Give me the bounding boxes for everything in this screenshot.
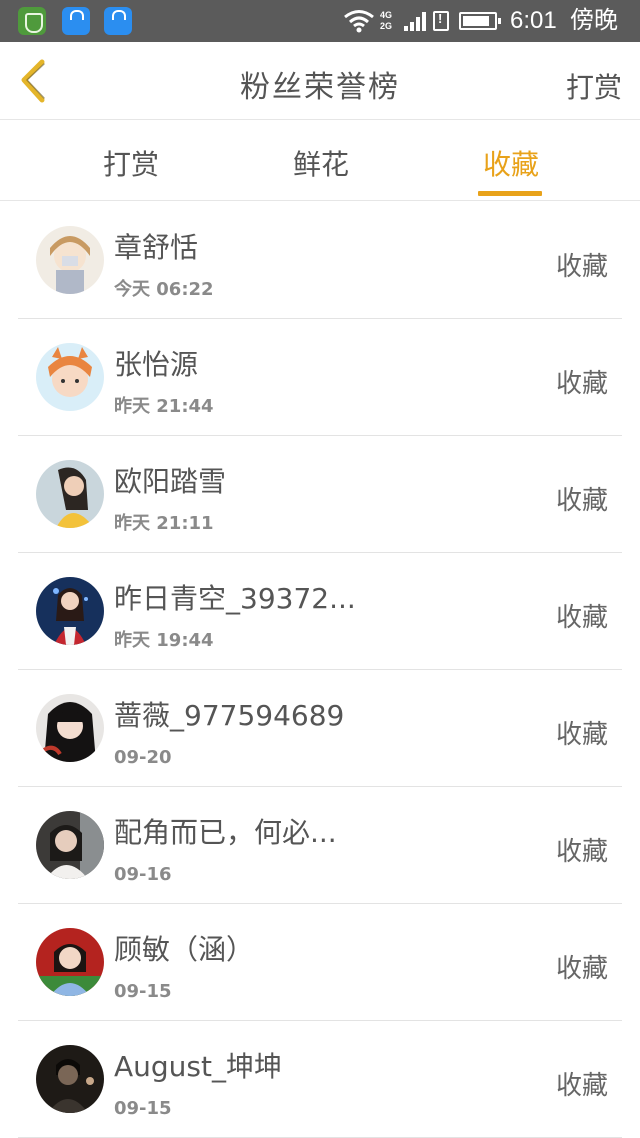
list-item[interactable]: 张怡源 昨天 21:44 收藏 bbox=[18, 319, 622, 436]
list-item[interactable]: 欧阳踏雪 昨天 21:11 收藏 bbox=[18, 436, 622, 553]
fan-time: 09-15 bbox=[114, 981, 172, 1002]
fan-action: 收藏 bbox=[555, 837, 608, 867]
tab-flowers[interactable]: 鲜花 bbox=[286, 147, 356, 183]
fan-name: August_坤坤 bbox=[114, 1050, 282, 1083]
avatar bbox=[36, 811, 104, 879]
fan-action: 收藏 bbox=[555, 369, 608, 399]
fan-action: 收藏 bbox=[555, 720, 608, 750]
tab-favorites[interactable]: 收藏 bbox=[476, 147, 546, 183]
tab-reward[interactable]: 打赏 bbox=[96, 147, 166, 183]
fan-name: 昨日青空_39372... bbox=[114, 582, 356, 615]
bag-app-icon bbox=[104, 7, 132, 35]
clock-period: 傍晚 bbox=[570, 7, 618, 34]
fan-action: 收藏 bbox=[555, 1071, 608, 1101]
fan-name: 蔷薇_977594689 bbox=[114, 699, 345, 732]
fan-action: 收藏 bbox=[555, 954, 608, 984]
avatar bbox=[36, 1045, 104, 1113]
status-bar: 4G2G 6:01 傍晚 bbox=[0, 0, 640, 42]
avatar bbox=[36, 226, 104, 294]
fan-name: 张怡源 bbox=[114, 348, 199, 381]
list-item[interactable]: 顾敏（涵） 09-15 收藏 bbox=[18, 904, 622, 1021]
fan-time: 09-20 bbox=[114, 747, 172, 768]
avatar bbox=[36, 694, 104, 762]
app-header: 粉丝荣誉榜 打赏 bbox=[0, 42, 640, 120]
battery-icon bbox=[459, 12, 501, 30]
list-item[interactable]: 章舒恬 今天 06:22 收藏 bbox=[18, 202, 622, 319]
avatar bbox=[36, 343, 104, 411]
fan-time: 09-16 bbox=[114, 864, 172, 885]
fan-name: 章舒恬 bbox=[114, 231, 199, 264]
fan-name: 配角而已，何必... bbox=[114, 816, 337, 849]
fan-action: 收藏 bbox=[555, 252, 608, 282]
sim-alert-icon bbox=[433, 11, 449, 31]
fan-time: 今天 06:22 bbox=[114, 279, 214, 300]
wifi-icon bbox=[344, 10, 374, 33]
clock-time: 6:01 bbox=[510, 7, 557, 34]
fan-action: 收藏 bbox=[555, 603, 608, 633]
list-item[interactable]: 蔷薇_977594689 09-20 收藏 bbox=[18, 670, 622, 787]
fan-time: 昨天 19:44 bbox=[114, 630, 214, 651]
reward-button[interactable]: 打赏 bbox=[566, 68, 622, 108]
tab-bar: 打赏 鲜花 收藏 bbox=[0, 121, 640, 201]
avatar bbox=[36, 928, 104, 996]
fan-name: 欧阳踏雪 bbox=[114, 465, 227, 498]
page-title: 粉丝荣誉榜 bbox=[240, 70, 400, 105]
bag-app-icon bbox=[62, 7, 90, 35]
fan-action: 收藏 bbox=[555, 486, 608, 516]
active-tab-indicator bbox=[478, 191, 542, 196]
fan-time: 昨天 21:11 bbox=[114, 513, 214, 534]
list-item[interactable]: 配角而已，何必... 09-16 收藏 bbox=[18, 787, 622, 904]
fan-list: 章舒恬 今天 06:22 收藏 张怡源 昨天 21:44 收藏 欧阳踏雪 昨天 … bbox=[18, 202, 622, 1138]
shield-app-icon bbox=[18, 7, 46, 35]
list-item[interactable]: 昨日青空_39372... 昨天 19:44 收藏 bbox=[18, 553, 622, 670]
fan-name: 顾敏（涵） bbox=[114, 933, 255, 966]
fan-time: 09-15 bbox=[114, 1098, 172, 1119]
avatar bbox=[36, 577, 104, 645]
avatar bbox=[36, 460, 104, 528]
signal-icon bbox=[404, 12, 426, 31]
list-item[interactable]: August_坤坤 09-15 收藏 bbox=[18, 1021, 622, 1138]
fan-time: 昨天 21:44 bbox=[114, 396, 214, 417]
network-type-label: 4G 2G bbox=[380, 10, 393, 31]
